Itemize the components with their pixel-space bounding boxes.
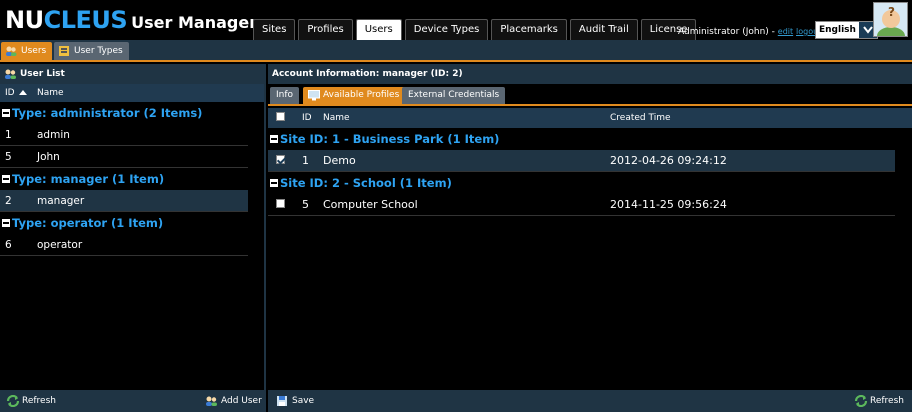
row-checkbox[interactable] xyxy=(276,199,285,208)
tab-users[interactable]: Users xyxy=(355,19,402,40)
collapse-icon[interactable] xyxy=(2,109,10,117)
row-checkbox[interactable] xyxy=(276,155,285,164)
collapse-icon[interactable] xyxy=(2,219,10,227)
col-id-header[interactable]: ID xyxy=(0,88,37,98)
svg-text:?: ? xyxy=(888,5,895,19)
subtab-users[interactable]: Users xyxy=(1,42,53,60)
subtab-users-label: Users xyxy=(21,46,47,56)
group-header-manager[interactable]: Type: manager (1 Item) xyxy=(0,168,264,190)
select-all-checkbox[interactable] xyxy=(276,112,285,121)
account-tabs: Info Available Profiles External Credent… xyxy=(268,84,912,106)
account-info-title: Account Information: manager (ID: 2) xyxy=(272,69,463,79)
user-list-footer: Refresh Add User xyxy=(0,390,264,412)
monitor-icon xyxy=(308,90,320,101)
sub-tab-bar: Users User Types xyxy=(0,40,912,62)
user-info: Administrator (John) - edit logout xyxy=(678,27,821,37)
refresh-icon xyxy=(6,395,20,407)
app-logo: NUCLEUS User Manager xyxy=(5,6,257,34)
tab-device-types[interactable]: Device Types xyxy=(404,19,489,40)
edit-link[interactable]: edit xyxy=(778,27,793,36)
current-user-label: Administrator (John) - xyxy=(678,27,778,37)
tab-external-credentials[interactable]: External Credentials xyxy=(402,87,506,104)
user-types-icon xyxy=(59,46,69,56)
account-info-panel: Account Information: manager (ID: 2) Inf… xyxy=(268,64,912,412)
table-row[interactable]: 5 John xyxy=(0,146,248,168)
profiles-list-body: Site ID: 1 - Business Park (1 Item) 1 De… xyxy=(268,128,912,216)
sort-asc-icon xyxy=(18,90,27,95)
language-select[interactable]: English xyxy=(815,21,878,39)
collapse-icon[interactable] xyxy=(2,175,10,183)
account-info-footer: Save Refresh xyxy=(268,390,912,412)
tab-profiles[interactable]: Profiles xyxy=(298,19,353,40)
subtab-user-types-label: User Types xyxy=(74,46,123,56)
group-header-operator[interactable]: Type: operator (1 Item) xyxy=(0,212,264,234)
add-user-icon xyxy=(206,396,217,406)
account-info-title-bar: Account Information: manager (ID: 2) xyxy=(268,64,912,84)
refresh-profiles-button[interactable]: Refresh xyxy=(852,390,904,412)
save-icon xyxy=(277,396,287,406)
avatar[interactable]: ? xyxy=(873,2,908,37)
profiles-column-header: ID Name Created Time xyxy=(268,108,912,128)
save-button[interactable]: Save xyxy=(274,390,314,412)
brand-name: NUCLEUS xyxy=(5,6,128,34)
user-list-panel: User List ID Name Type: administrator (2… xyxy=(0,64,266,412)
table-row-selected[interactable]: 2 manager xyxy=(0,190,248,212)
user-list-title-bar: User List xyxy=(0,64,264,84)
col-id-header[interactable]: ID xyxy=(290,113,323,123)
user-list-body: Type: administrator (2 Items) 1 admin 5 Jo… xyxy=(0,102,264,256)
user-list-column-header: ID Name xyxy=(0,84,264,102)
table-row[interactable]: 6 operator xyxy=(0,234,248,256)
language-value: English xyxy=(816,22,859,38)
collapse-icon[interactable] xyxy=(270,179,278,187)
tab-audit-trail[interactable]: Audit Trail xyxy=(569,19,638,40)
user-list-icon xyxy=(5,69,16,79)
user-list-title: User List xyxy=(20,69,65,79)
add-user-button[interactable]: Add User xyxy=(203,390,262,412)
col-created-time-header[interactable]: Created Time xyxy=(610,113,912,123)
tab-available-profiles[interactable]: Available Profiles xyxy=(303,87,406,104)
users-icon xyxy=(6,46,17,56)
collapse-icon[interactable] xyxy=(270,135,278,143)
group-header-administrator[interactable]: Type: administrator (2 Items) xyxy=(0,102,264,124)
tab-sites[interactable]: Sites xyxy=(253,19,296,40)
group-header-site-2[interactable]: Site ID: 2 - School (1 Item) xyxy=(268,172,912,194)
refresh-icon xyxy=(854,395,868,407)
table-row-selected[interactable]: 1 Demo 2012-04-26 09:24:12 xyxy=(268,150,895,172)
table-row[interactable]: 1 admin xyxy=(0,124,248,146)
refresh-users-button[interactable]: Refresh xyxy=(4,390,56,412)
tab-info[interactable]: Info xyxy=(270,87,300,104)
main-tabs: Sites Profiles Users Device Types Placem… xyxy=(253,19,697,40)
table-row[interactable]: 5 Computer School 2014-11-25 09:56:24 xyxy=(268,194,895,216)
user-avatar-icon: ? xyxy=(874,3,907,36)
col-name-header[interactable]: Name xyxy=(37,88,64,98)
tab-placemarks[interactable]: Placemarks xyxy=(491,19,567,40)
subtab-user-types[interactable]: User Types xyxy=(54,42,129,60)
col-name-header[interactable]: Name xyxy=(323,113,610,123)
app-title: User Manager xyxy=(131,13,258,32)
app-header: NUCLEUS User Manager Sites Profiles Users… xyxy=(0,0,912,40)
group-header-site-1[interactable]: Site ID: 1 - Business Park (1 Item) xyxy=(268,128,912,150)
